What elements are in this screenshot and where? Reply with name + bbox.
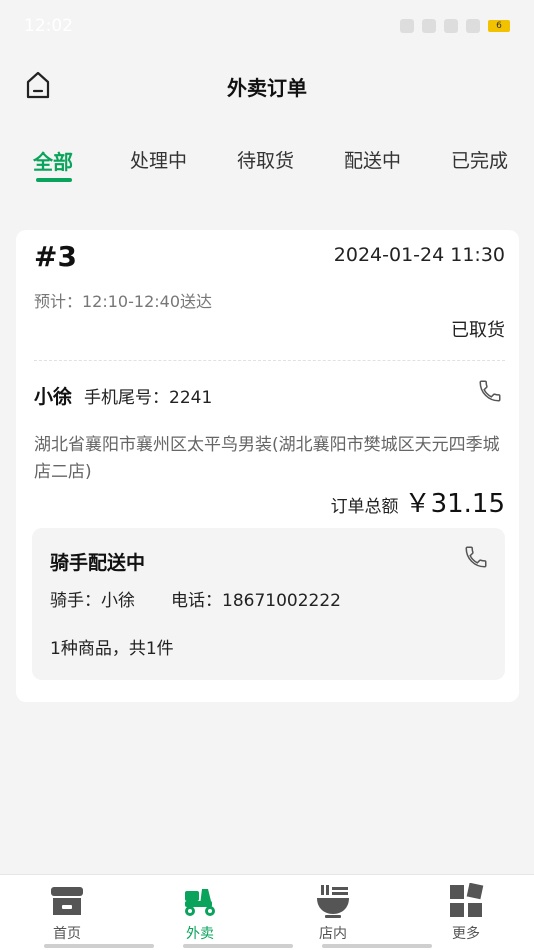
customer-name: 小徐 <box>34 386 73 408</box>
signal-icon <box>444 19 458 33</box>
customer-phone-tail: 手机尾号：2241 <box>84 388 213 408</box>
rider-status-title: 骑手配送中 <box>50 552 146 574</box>
tab-all[interactable]: 全部 <box>33 146 73 175</box>
nav-dine-in[interactable]: 店内 <box>283 883 383 945</box>
battery-icon: 6 <box>488 20 510 32</box>
tab-completed[interactable]: 已完成 <box>451 146 508 173</box>
nav-more-label: 更多 <box>452 926 480 942</box>
rider-phone: 电话：18671002222 <box>171 591 341 611</box>
active-tab-indicator <box>36 178 72 182</box>
bowl-icon <box>317 885 349 918</box>
divider <box>34 360 505 361</box>
order-status: 已取货 <box>451 320 505 341</box>
nav-home-label: 首页 <box>53 926 81 942</box>
delivery-eta: 预计：12:10-12:40送达 <box>34 292 212 311</box>
scooter-icon <box>185 889 215 916</box>
hd-icon <box>422 19 436 33</box>
nav-delivery-label: 外卖 <box>186 926 214 942</box>
tab-delivering[interactable]: 配送中 <box>344 146 401 173</box>
delivery-address: 湖北省襄阳市襄州区太平鸟男装(湖北襄阳市樊城区天元四季城店二店) <box>34 435 500 482</box>
goods-summary: 1种商品，共1件 <box>50 639 174 659</box>
status-bar: 12:02 6 <box>0 0 534 52</box>
tab-processing[interactable]: 处理中 <box>130 146 187 173</box>
order-tabs: 全部 处理中 待取货 配送中 已完成 <box>0 140 534 190</box>
rider-info-box: 骑手配送中 骑手：小徐 电话：18671002222 1种商品，共1件 <box>32 528 505 680</box>
call-rider-button[interactable] <box>463 544 489 570</box>
header: 外卖订单 <box>0 52 534 122</box>
home-indicator <box>183 944 293 948</box>
status-time: 12:02 <box>24 16 73 36</box>
bottom-nav: 首页 外卖 店内 更多 <box>0 874 534 950</box>
call-customer-button[interactable] <box>477 378 503 404</box>
phone-icon <box>465 546 487 568</box>
rider-name: 骑手：小徐 <box>50 591 135 611</box>
nav-dine-in-label: 店内 <box>319 926 347 942</box>
nav-delivery[interactable]: 外卖 <box>150 883 250 945</box>
home-indicator <box>322 944 432 948</box>
order-card[interactable]: #3 2024-01-24 11:30 预计：12:10-12:40送达 已取货… <box>16 230 519 702</box>
order-number: #3 <box>34 240 77 273</box>
order-datetime: 2024-01-24 11:30 <box>333 244 505 266</box>
notification-icon <box>400 19 414 33</box>
status-icons: 6 <box>400 19 510 33</box>
total-amount: ￥31.15 <box>404 489 505 519</box>
order-total: 订单总额 ￥31.15 <box>331 483 505 520</box>
wifi-icon <box>466 19 480 33</box>
phone-icon <box>479 380 501 402</box>
total-label: 订单总额 <box>330 497 399 517</box>
store-icon <box>51 887 83 915</box>
nav-more[interactable]: 更多 <box>416 883 516 945</box>
grid-icon <box>450 883 484 917</box>
page-title: 外卖订单 <box>227 76 307 100</box>
rider-details: 骑手：小徐 电话：18671002222 <box>50 586 341 611</box>
nav-home[interactable]: 首页 <box>17 883 117 945</box>
tab-awaiting-pickup[interactable]: 待取货 <box>237 146 294 173</box>
home-indicator <box>44 944 154 948</box>
